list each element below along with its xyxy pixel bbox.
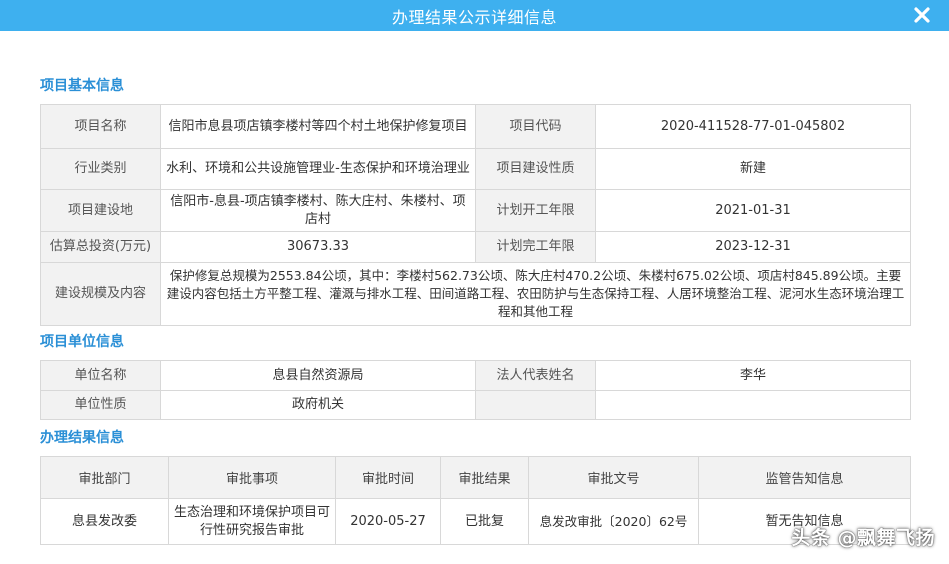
project-code-label: 项目代码 bbox=[475, 104, 596, 149]
section-heading-result: 办理结果信息 bbox=[40, 430, 124, 446]
col-header-item: 审批事项 bbox=[168, 456, 336, 499]
location-value: 信阳市-息县-项店镇李楼村、陈大庄村、朱楼村、项店村 bbox=[160, 189, 476, 232]
unit-info-table: 单位名称 息县自然资源局 法人代表姓名 李华 单位性质 政府机关 bbox=[40, 360, 911, 420]
legal-rep-value: 李华 bbox=[595, 360, 911, 391]
col-header-doc-no: 审批文号 bbox=[528, 456, 699, 499]
unit-name-label: 单位名称 bbox=[40, 360, 161, 391]
col-header-date: 审批时间 bbox=[335, 456, 441, 499]
investment-value: 30673.33 bbox=[160, 231, 476, 263]
unit-name-value: 息县自然资源局 bbox=[160, 360, 476, 391]
unit-type-label: 单位性质 bbox=[40, 390, 161, 420]
industry-value: 水利、环境和公共设施管理业-生态保护和环境治理业 bbox=[160, 148, 476, 190]
empty-value-cell bbox=[595, 390, 911, 420]
cell-item: 生态治理和环境保护项目可行性研究报告审批 bbox=[168, 498, 336, 545]
nature-value: 新建 bbox=[595, 148, 911, 190]
end-date-value: 2023-12-31 bbox=[595, 231, 911, 263]
scale-label: 建设规模及内容 bbox=[40, 262, 161, 326]
section-heading-basic: 项目基本信息 bbox=[40, 78, 124, 94]
close-icon[interactable] bbox=[911, 4, 933, 26]
legal-rep-label: 法人代表姓名 bbox=[475, 360, 596, 391]
dialog-title: 办理结果公示详细信息 bbox=[391, 7, 557, 27]
col-header-dept: 审批部门 bbox=[40, 456, 169, 499]
scale-value: 保护修复总规模为2553.84公顷，其中：李楼村562.73公顷、陈大庄村470… bbox=[160, 262, 911, 326]
unit-type-value: 政府机关 bbox=[160, 390, 476, 420]
cell-doc-no: 息发改审批〔2020〕62号 bbox=[528, 498, 699, 545]
project-name-label: 项目名称 bbox=[40, 104, 161, 149]
nature-label: 项目建设性质 bbox=[475, 148, 596, 190]
end-date-label: 计划完工年限 bbox=[475, 231, 596, 263]
start-date-value: 2021-01-31 bbox=[595, 189, 911, 232]
cell-dept: 息县发改委 bbox=[40, 498, 169, 545]
investment-label: 估算总投资(万元) bbox=[40, 231, 161, 263]
result-header-row: 审批部门 审批事项 审批时间 审批结果 审批文号 监管告知信息 bbox=[40, 456, 911, 499]
basic-info-table: 项目名称 信阳市息县项店镇李楼村等四个村土地保护修复项目 项目代码 2020-4… bbox=[40, 104, 911, 326]
col-header-status: 审批结果 bbox=[440, 456, 529, 499]
dialog-titlebar: 办理结果公示详细信息 bbox=[0, 0, 949, 31]
result-table: 审批部门 审批事项 审批时间 审批结果 审批文号 监管告知信息 息县发改委 生态… bbox=[40, 456, 911, 545]
project-name-value: 信阳市息县项店镇李楼村等四个村土地保护修复项目 bbox=[160, 104, 476, 149]
cell-date: 2020-05-27 bbox=[335, 498, 441, 545]
section-heading-unit: 项目单位信息 bbox=[40, 334, 124, 350]
table-row: 息县发改委 生态治理和环境保护项目可行性研究报告审批 2020-05-27 已批… bbox=[40, 498, 911, 545]
watermark: 头条 @飘舞飞扬 bbox=[791, 527, 935, 549]
col-header-notice: 监管告知信息 bbox=[698, 456, 911, 499]
start-date-label: 计划开工年限 bbox=[475, 189, 596, 232]
project-code-value: 2020-411528-77-01-045802 bbox=[595, 104, 911, 149]
industry-label: 行业类别 bbox=[40, 148, 161, 190]
cell-status: 已批复 bbox=[440, 498, 529, 545]
empty-label-cell bbox=[475, 390, 596, 420]
location-label: 项目建设地 bbox=[40, 189, 161, 232]
